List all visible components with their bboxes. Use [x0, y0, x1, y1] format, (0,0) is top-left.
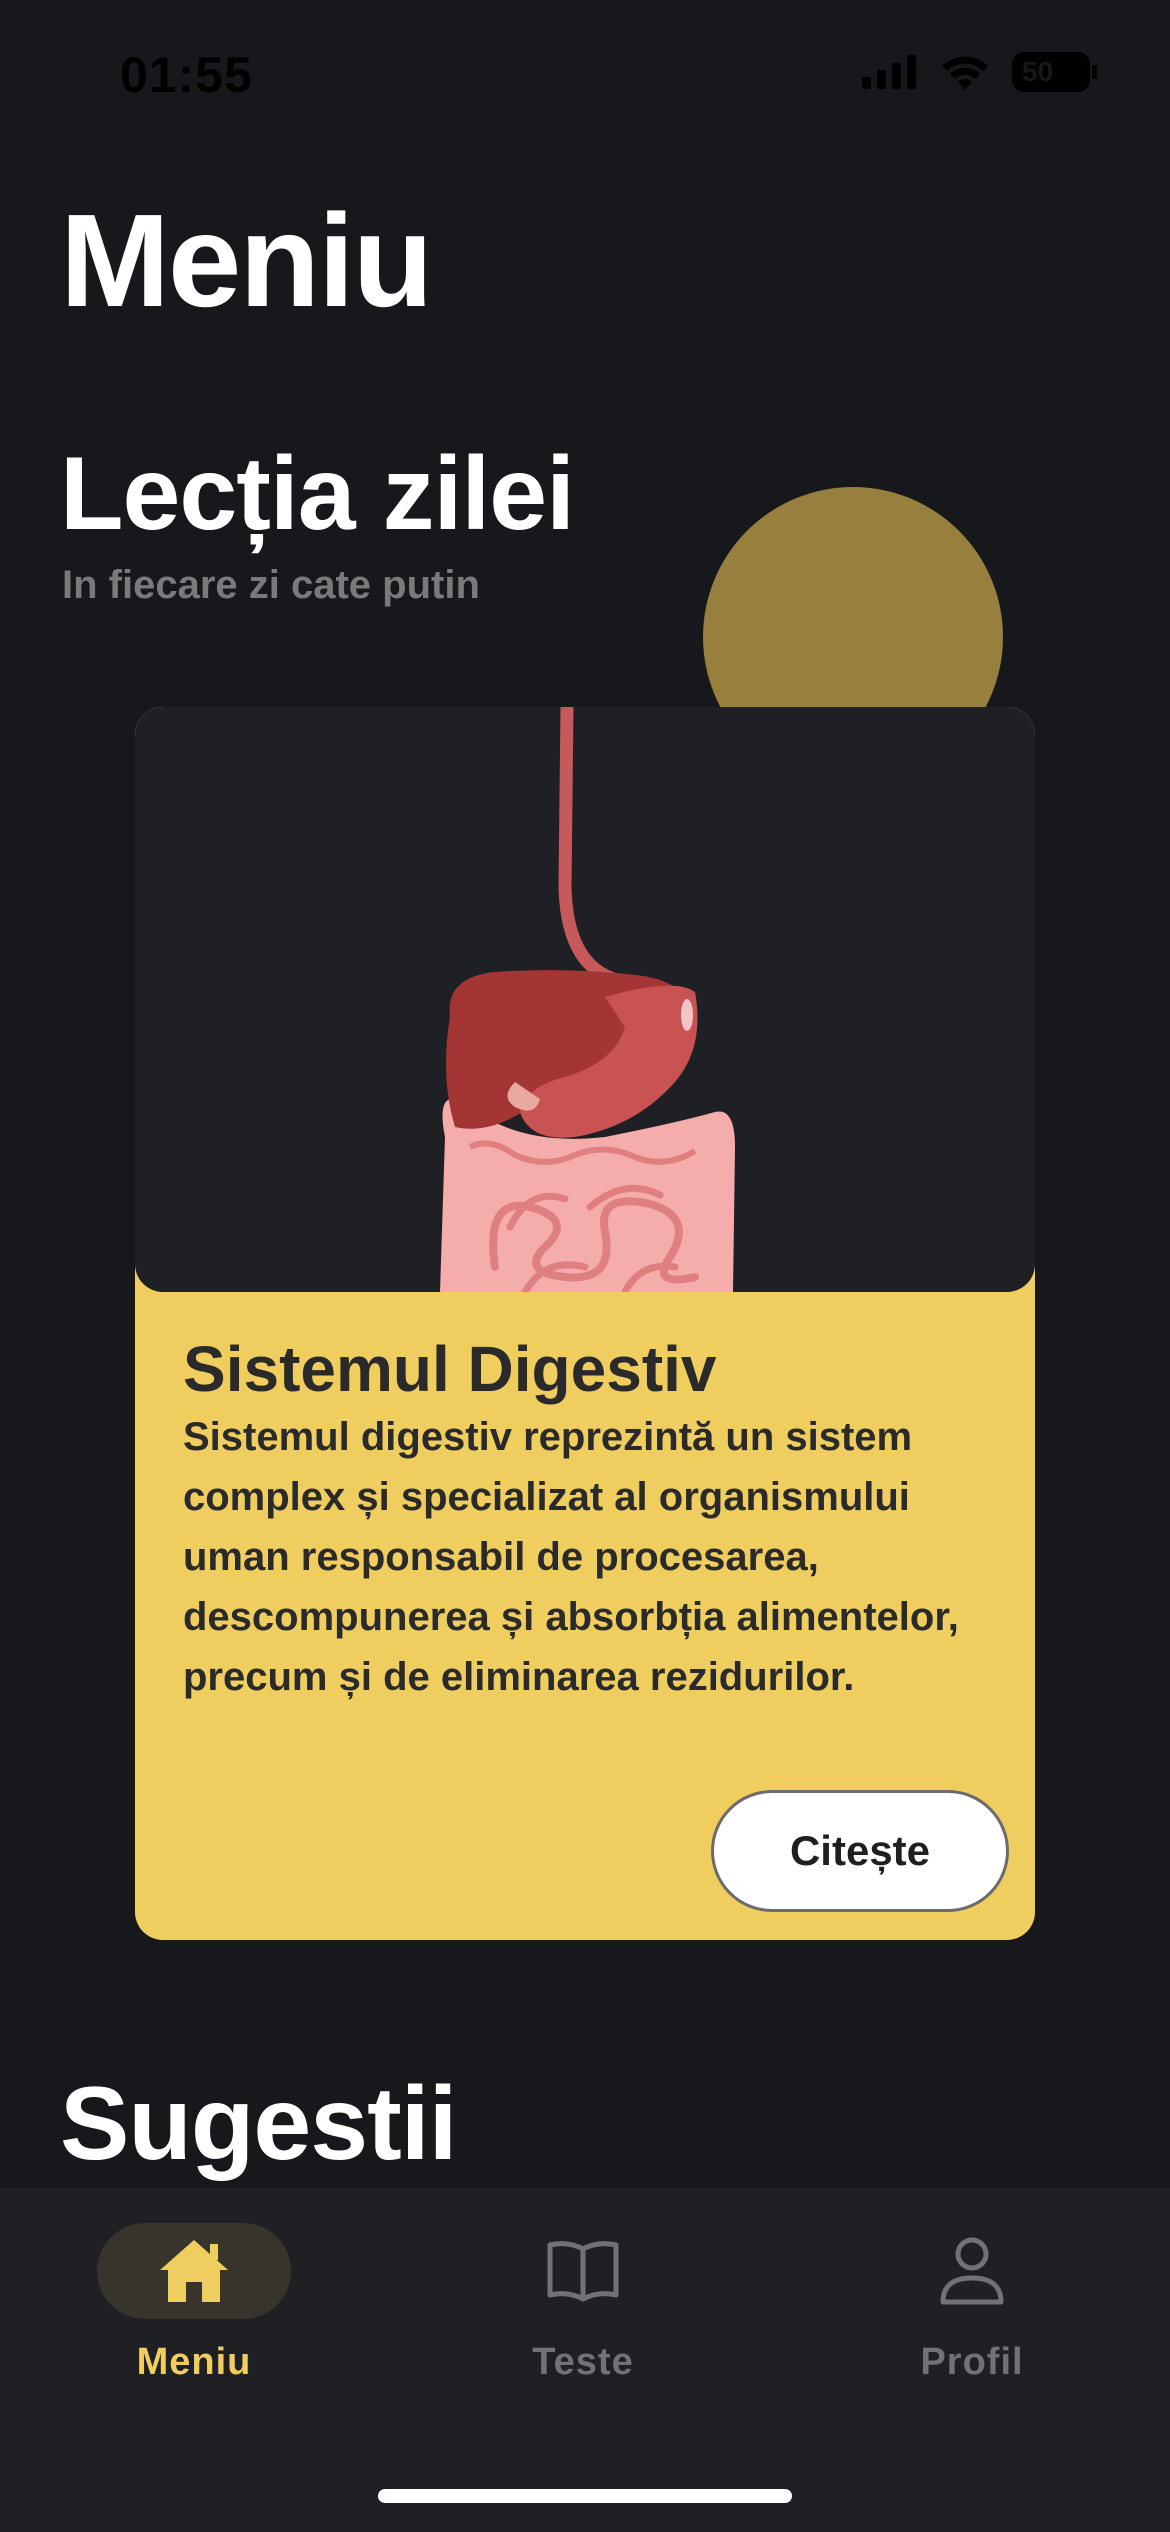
home-indicator[interactable] — [378, 2489, 792, 2503]
suggestions-section-title: Sugestii — [60, 2066, 458, 2182]
tab-label: Profil — [920, 2341, 1024, 2383]
wifi-icon — [942, 56, 988, 90]
lesson-card-image — [135, 707, 1035, 1292]
status-icons: 50 — [862, 52, 1097, 92]
read-button[interactable]: Citește — [711, 1790, 1009, 1912]
home-icon — [160, 2240, 228, 2302]
tab-meniu[interactable]: Meniu — [64, 2223, 324, 2403]
book-icon — [547, 2241, 619, 2302]
bottom-tab-bar: Meniu Teste Profil — [0, 2188, 1170, 2532]
status-bar: 01:55 50 — [0, 0, 1170, 150]
person-icon — [940, 2237, 1004, 2305]
status-time: 01:55 — [120, 47, 253, 103]
lesson-description: Sistemul digestiv reprezintă un sistem c… — [183, 1415, 959, 1699]
lesson-section-title: Lecția zilei — [60, 436, 575, 552]
tab-profil[interactable]: Profil — [842, 2223, 1102, 2403]
tab-teste[interactable]: Teste — [453, 2223, 713, 2403]
digestive-system-illustration — [440, 707, 735, 1292]
lesson-section-subtitle: In fiecare zi cate putin — [62, 563, 480, 607]
lesson-title: Sistemul Digestiv — [183, 1333, 717, 1405]
battery-level: 50 — [1018, 56, 1058, 88]
page-title: Meniu — [60, 187, 433, 334]
tab-label: Teste — [532, 2341, 634, 2383]
tab-label: Meniu — [136, 2341, 252, 2383]
battery-icon: 50 — [1012, 52, 1097, 92]
lesson-card[interactable]: Sistemul Digestiv Sistemul digestiv repr… — [135, 707, 1035, 1940]
cellular-signal-icon — [862, 55, 916, 89]
